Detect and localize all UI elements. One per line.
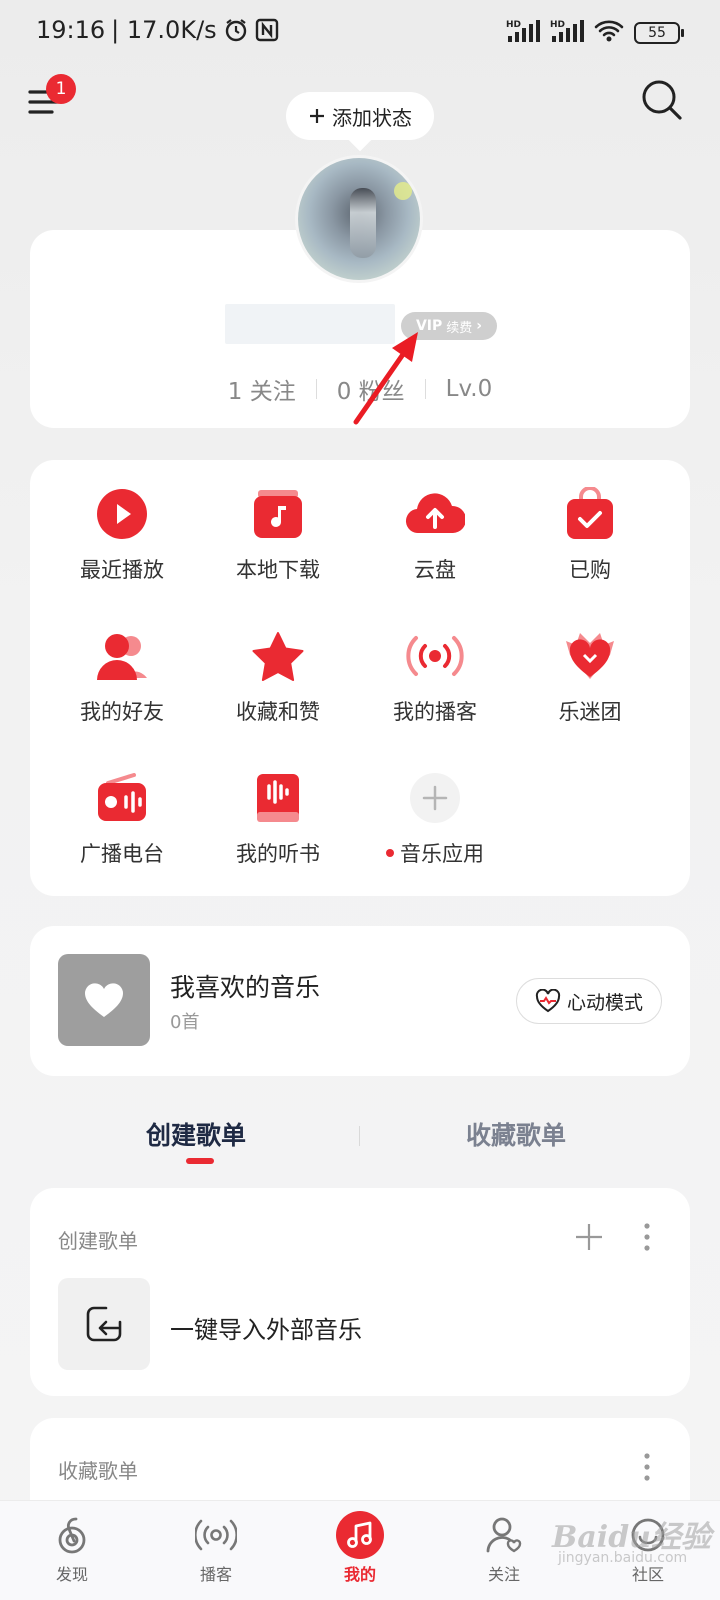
annotation-arrow-icon bbox=[353, 332, 418, 425]
import-music-cover[interactable] bbox=[58, 1278, 150, 1370]
fan-club-icon bbox=[560, 626, 620, 686]
shortcut-label: 已购 bbox=[569, 558, 611, 582]
alarm-icon bbox=[223, 17, 249, 43]
created-playlists-header: 创建歌单 bbox=[58, 1229, 138, 1253]
heartbeat-icon bbox=[535, 989, 561, 1013]
status-time: 19:16 bbox=[36, 16, 106, 44]
heart-mode-label: 心动模式 bbox=[566, 991, 643, 1014]
avatar[interactable] bbox=[295, 155, 423, 283]
vip-renew-label: 续费 bbox=[446, 320, 473, 336]
status-bar: 19:16 | 17.0K/s HD HD 55 bbox=[0, 0, 720, 64]
nav-label: 发现 bbox=[55, 1565, 88, 1584]
add-app-icon bbox=[405, 768, 465, 828]
signal-icon-1: HD bbox=[506, 18, 540, 48]
shortcut-cloud-drive[interactable]: 云盘 bbox=[355, 484, 515, 604]
shortcut-local-download[interactable]: 本地下载 bbox=[198, 484, 358, 604]
shortcut-radio[interactable]: 广播电台 bbox=[42, 768, 202, 888]
status-right: HD HD 55 bbox=[506, 18, 684, 48]
add-status-button[interactable]: 添加状态 bbox=[286, 92, 434, 140]
follows-count[interactable]: 1 关注 bbox=[228, 372, 296, 406]
status-speed: | 17.0K/s bbox=[111, 16, 217, 44]
shortcut-label: 广播电台 bbox=[80, 842, 164, 866]
plus-icon bbox=[310, 109, 324, 123]
shortcut-label: 本地下载 bbox=[236, 558, 320, 582]
heart-mode-button[interactable]: 心动模式 bbox=[516, 978, 662, 1024]
radio-icon bbox=[92, 768, 152, 828]
shortcut-fan-club[interactable]: 乐迷团 bbox=[510, 626, 670, 746]
chevron-right-icon: › bbox=[476, 318, 483, 334]
avatar-figure bbox=[350, 188, 376, 258]
plus-icon bbox=[576, 1224, 602, 1250]
liked-music-count: 0首 bbox=[170, 1012, 200, 1033]
add-status-label: 添加状态 bbox=[332, 105, 412, 130]
tab-collected-playlists[interactable]: 收藏歌单 bbox=[466, 1116, 566, 1152]
nav-label: 播客 bbox=[199, 1565, 232, 1584]
shortcut-recent-play[interactable]: 最近播放 bbox=[42, 484, 202, 604]
shortcut-purchased[interactable]: 已购 bbox=[510, 484, 670, 604]
shortcut-label: 最近播放 bbox=[80, 558, 164, 582]
nav-discover[interactable]: 发现 bbox=[0, 1501, 144, 1600]
heart-icon bbox=[85, 983, 123, 1017]
nav-label: 关注 bbox=[487, 1565, 520, 1584]
shortcut-label-text: 音乐应用 bbox=[400, 842, 484, 866]
battery-indicator: 55 bbox=[634, 22, 684, 44]
nav-mine[interactable]: 我的 bbox=[288, 1501, 432, 1600]
more-vertical-icon bbox=[644, 1223, 650, 1251]
import-music-label[interactable]: 一键导入外部音乐 bbox=[170, 1310, 362, 1345]
nav-podcast[interactable]: 播客 bbox=[144, 1501, 288, 1600]
shortcut-music-apps[interactable]: 音乐应用 bbox=[355, 768, 515, 888]
podcast-icon bbox=[405, 626, 465, 686]
shortcut-podcast[interactable]: 我的播客 bbox=[355, 626, 515, 746]
new-dot bbox=[386, 849, 394, 857]
shortcut-label: 收藏和赞 bbox=[236, 700, 320, 724]
shortcut-label: 云盘 bbox=[414, 558, 456, 582]
created-more-button[interactable] bbox=[642, 1222, 652, 1252]
avatar-highlight bbox=[394, 182, 412, 200]
shortcut-label: 我的好友 bbox=[80, 700, 164, 724]
audiobook-icon bbox=[248, 768, 308, 828]
purchased-bag-icon bbox=[560, 484, 620, 544]
shortcut-friends[interactable]: 我的好友 bbox=[42, 626, 202, 746]
star-icon bbox=[248, 626, 308, 686]
liked-music-title: 我喜欢的音乐 bbox=[170, 973, 321, 1002]
collected-more-button[interactable] bbox=[642, 1452, 652, 1482]
cloud-upload-icon bbox=[405, 484, 465, 544]
level-label[interactable]: Lv.0 bbox=[446, 376, 493, 402]
liked-music-cover bbox=[58, 954, 150, 1046]
shortcut-favorites[interactable]: 收藏和赞 bbox=[198, 626, 358, 746]
nav-label: 我的 bbox=[343, 1565, 376, 1584]
status-left: 19:16 | 17.0K/s bbox=[36, 16, 279, 44]
notification-badge: 1 bbox=[46, 74, 76, 104]
follow-icon bbox=[480, 1511, 528, 1559]
music-note-icon bbox=[336, 1511, 384, 1559]
stats-divider bbox=[315, 379, 317, 399]
signal-icon-2: HD bbox=[550, 18, 584, 48]
watermark-url: jingyan.baidu.com bbox=[558, 1550, 688, 1566]
shortcut-label: 音乐应用 bbox=[386, 838, 484, 868]
signal-hd-2: HD bbox=[550, 20, 565, 30]
tab-divider bbox=[359, 1126, 360, 1146]
shortcut-audiobook[interactable]: 我的听书 bbox=[198, 768, 358, 888]
signal-hd-1: HD bbox=[506, 20, 521, 30]
play-icon bbox=[92, 484, 152, 544]
search-icon bbox=[642, 80, 682, 120]
shortcut-label: 我的播客 bbox=[393, 700, 477, 724]
collected-playlists-header: 收藏歌单 bbox=[58, 1459, 138, 1483]
wifi-icon bbox=[594, 19, 624, 47]
local-download-icon bbox=[248, 484, 308, 544]
shortcut-label: 乐迷团 bbox=[558, 700, 622, 724]
tab-indicator bbox=[186, 1158, 214, 1164]
shortcut-label: 我的听书 bbox=[236, 842, 320, 866]
import-icon bbox=[86, 1306, 122, 1342]
tab-created-playlists[interactable]: 创建歌单 bbox=[146, 1116, 246, 1152]
more-vertical-icon bbox=[644, 1453, 650, 1481]
discover-icon bbox=[48, 1511, 96, 1559]
nfc-icon bbox=[255, 18, 279, 42]
create-playlist-button[interactable] bbox=[574, 1222, 604, 1252]
search-button[interactable] bbox=[640, 78, 686, 124]
friends-icon bbox=[92, 626, 152, 686]
podcast-nav-icon bbox=[192, 1511, 240, 1559]
